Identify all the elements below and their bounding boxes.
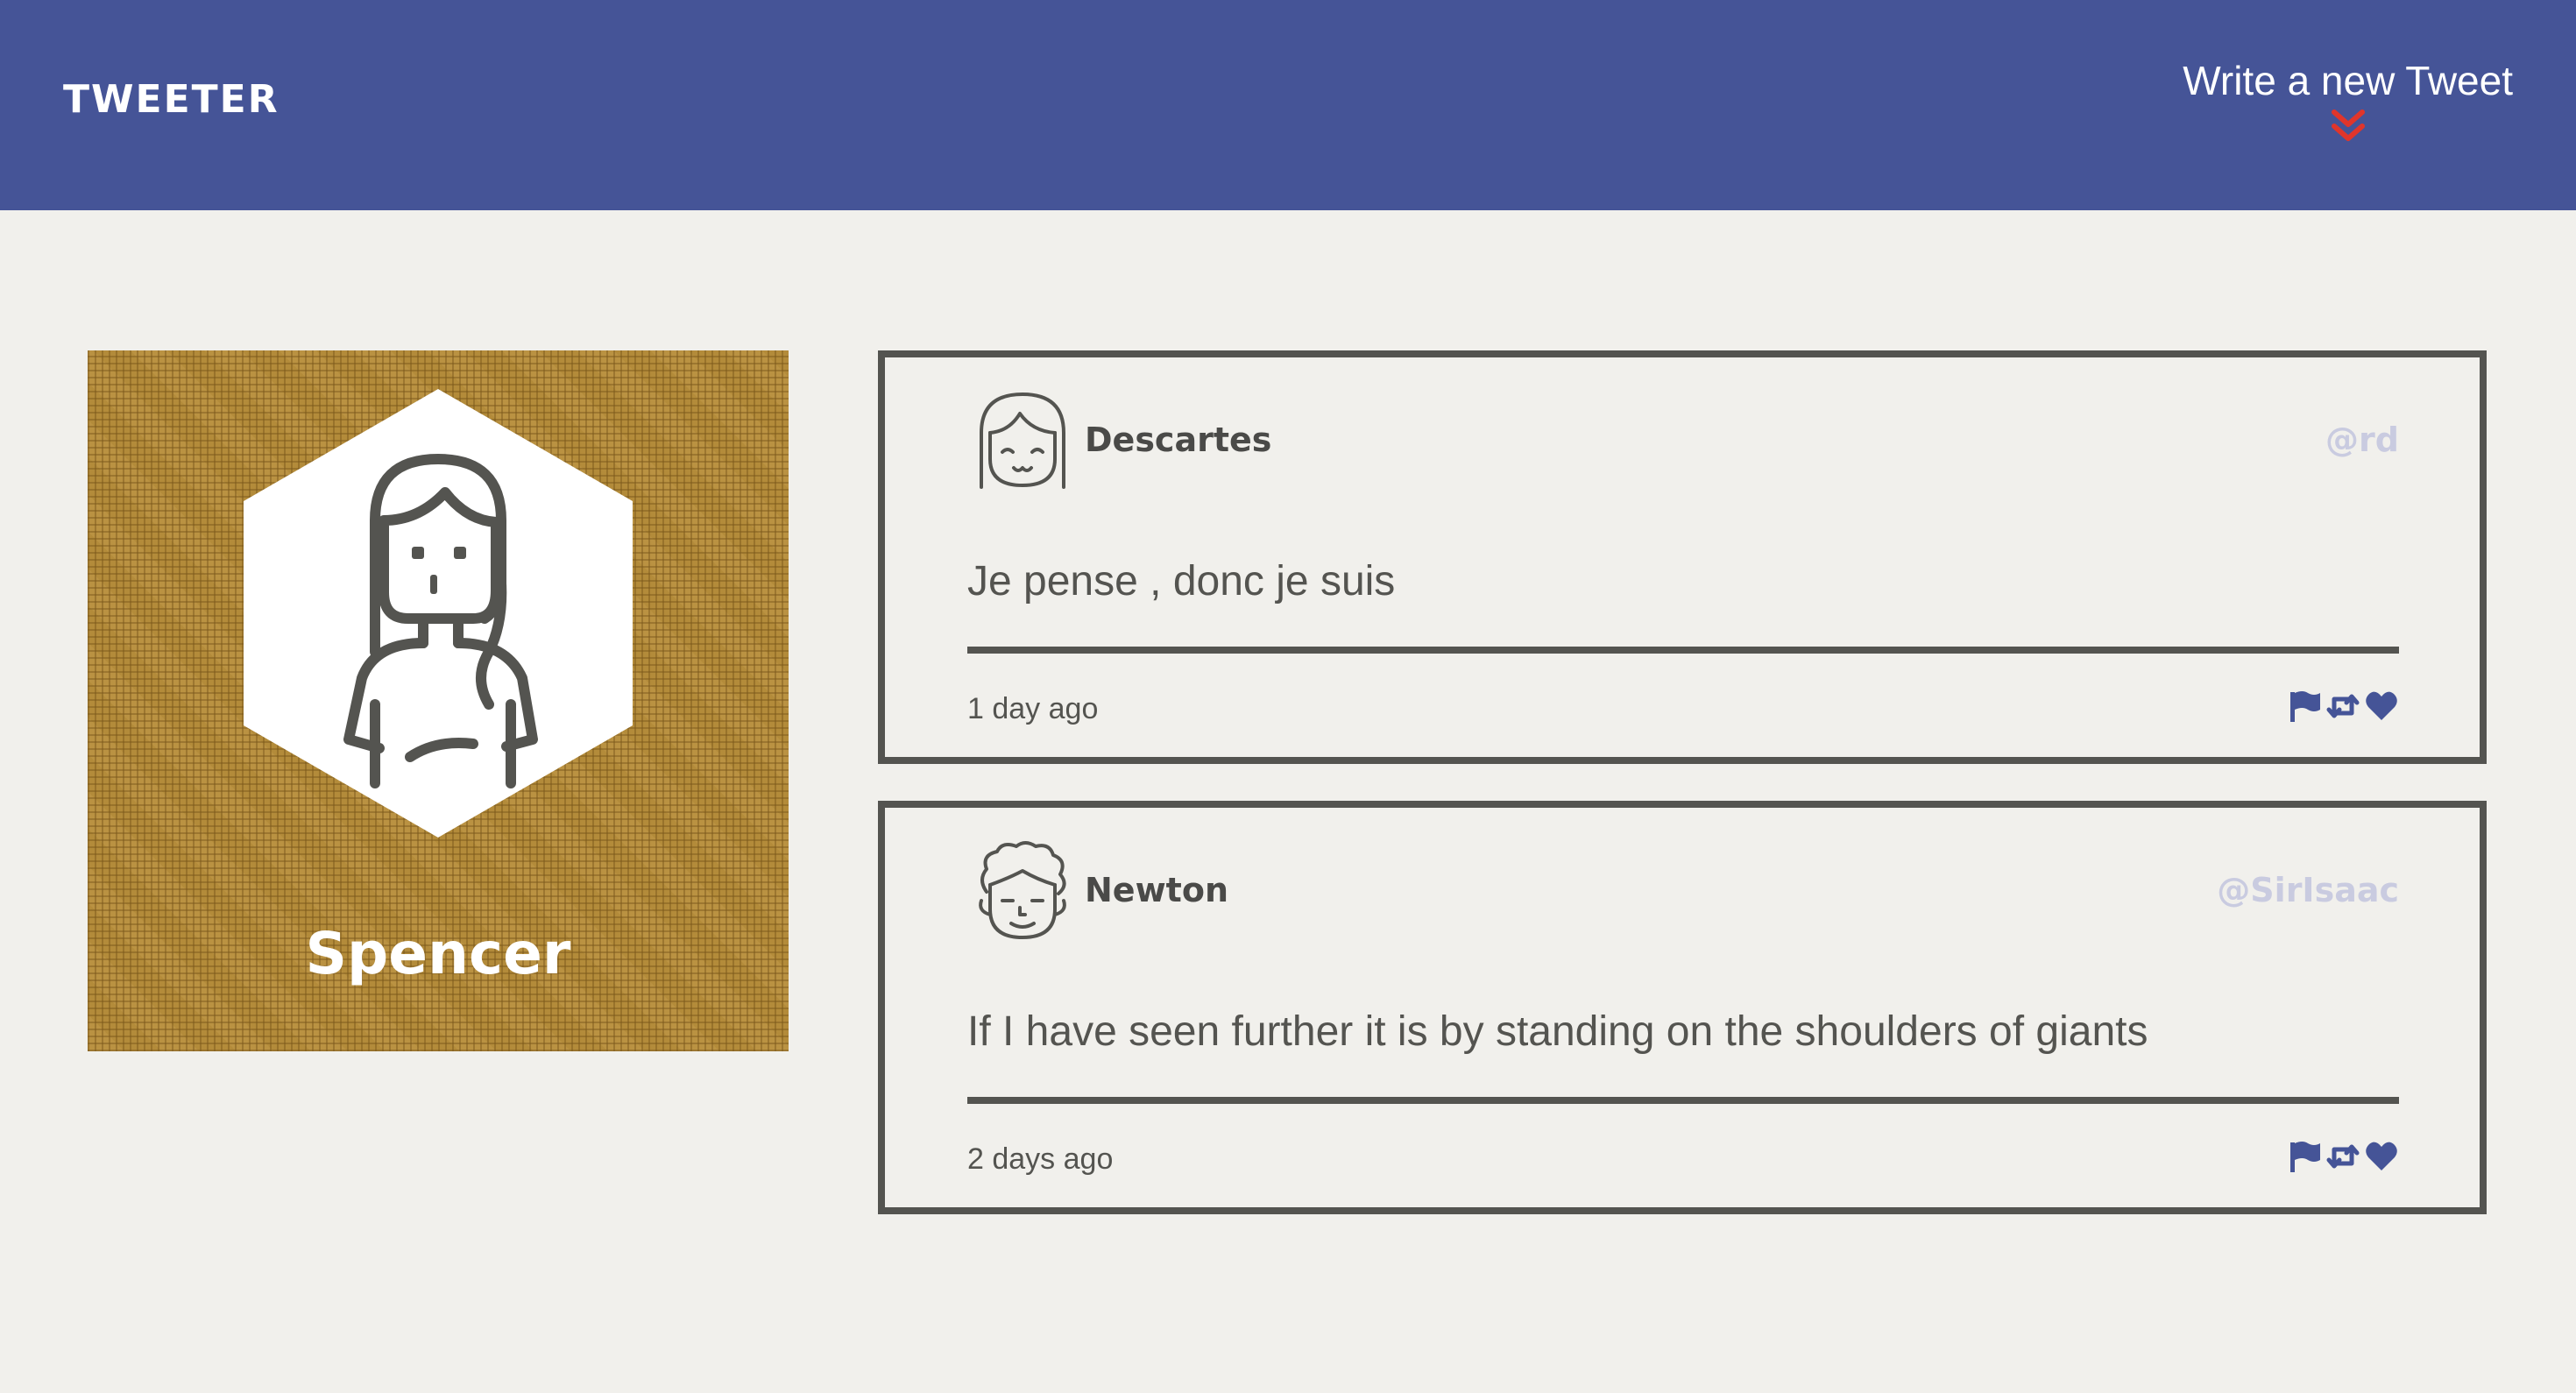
retweet-icon[interactable] bbox=[2325, 1139, 2360, 1174]
tweet-content: Je pense , donc je suis bbox=[967, 558, 1396, 605]
tweet-divider bbox=[967, 647, 2399, 654]
tweet-actions bbox=[2287, 689, 2399, 724]
tweet-actions bbox=[2287, 1139, 2399, 1174]
tweet-handle[interactable]: @rd bbox=[2325, 421, 2399, 459]
tweet-list: Descartes @rd Je pense , donc je suis 1 … bbox=[878, 350, 2487, 1251]
tweet-author[interactable]: Newton bbox=[1085, 871, 1228, 909]
tweet-content: If I have seen further it is by standing… bbox=[967, 1008, 2148, 1055]
girl-face-icon bbox=[980, 392, 1065, 489]
brand-logo[interactable]: TWEETER bbox=[63, 77, 280, 122]
retweet-icon[interactable] bbox=[2325, 689, 2360, 724]
heart-icon[interactable] bbox=[2364, 689, 2399, 724]
tweet-card: Newton @SirIsaac If I have seen further … bbox=[878, 801, 2487, 1214]
tweet-divider bbox=[967, 1097, 2399, 1104]
top-nav: TWEETER Write a new Tweet bbox=[0, 0, 2576, 210]
heart-icon[interactable] bbox=[2364, 1139, 2399, 1174]
flag-icon[interactable] bbox=[2287, 689, 2322, 724]
curly-hair-face-icon bbox=[979, 841, 1066, 939]
double-chevron-down-icon[interactable] bbox=[2329, 109, 2367, 144]
compose-label[interactable]: Write a new Tweet bbox=[2183, 56, 2513, 105]
flag-icon[interactable] bbox=[2287, 1139, 2322, 1174]
tweet-card: Descartes @rd Je pense , donc je suis 1 … bbox=[878, 350, 2487, 764]
compose-toggle[interactable]: Write a new Tweet bbox=[2183, 56, 2513, 144]
profile-avatar bbox=[244, 389, 633, 838]
profile-name: Spencer bbox=[305, 920, 571, 987]
profile-card: Spencer bbox=[88, 350, 789, 1051]
tweet-timestamp: 2 days ago bbox=[967, 1142, 1114, 1176]
tweet-author[interactable]: Descartes bbox=[1085, 421, 1271, 459]
tweet-timestamp: 1 day ago bbox=[967, 692, 1099, 725]
tweet-handle[interactable]: @SirIsaac bbox=[2217, 871, 2399, 909]
